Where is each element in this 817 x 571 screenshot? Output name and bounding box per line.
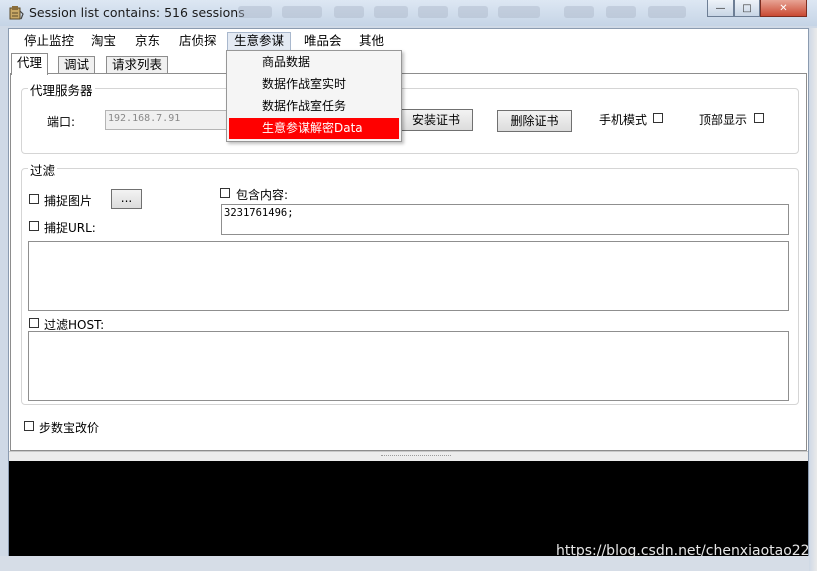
capture-url-label: 捕捉URL: xyxy=(44,221,96,235)
step-price-checkbox[interactable] xyxy=(24,421,34,431)
filter-group: 过滤 捕捉图片 ... 包含内容: 3231761496; 捕捉URL: 过滤H… xyxy=(21,160,799,405)
splitter-bar[interactable] xyxy=(9,451,808,461)
port-value: 192.168.7.91 xyxy=(108,113,181,124)
top-display-label: 顶部显示 xyxy=(699,113,748,127)
filter-host-textarea[interactable] xyxy=(28,331,789,401)
blurred-menu-7 xyxy=(498,6,540,18)
port-input[interactable]: 192.168.7.91 xyxy=(105,110,230,130)
capture-url-checkbox[interactable] xyxy=(29,221,39,231)
window-title: Session list contains: 516 sessions xyxy=(29,5,245,20)
contains-content-label: 包含内容: xyxy=(236,188,289,202)
mobile-mode-label: 手机模式 xyxy=(599,113,648,127)
app-icon xyxy=(9,6,24,20)
menu-other[interactable]: 其他 xyxy=(353,32,390,50)
dropdown-product-data[interactable]: 商品数据 xyxy=(229,52,399,73)
menu-bar: 停止监控 淘宝 京东 店侦探 生意参谋 唯品会 其他 xyxy=(9,29,808,51)
blurred-menu-5 xyxy=(418,6,448,18)
blurred-menu-4 xyxy=(374,6,408,18)
tab-strip: 代理 调试 请求列表 xyxy=(9,52,808,75)
contains-content-value: 3231761496; xyxy=(224,207,294,219)
menu-dianzhentan[interactable]: 店侦探 xyxy=(173,32,223,50)
title-bar[interactable]: Session list contains: 516 sessions — □ … xyxy=(0,0,817,26)
client-area: 停止监控 淘宝 京东 店侦探 生意参谋 唯品会 其他 代理 调试 请求列表 代理… xyxy=(8,28,809,556)
menu-shengyicanmou[interactable]: 生意参谋 xyxy=(227,32,292,50)
blurred-menu-6 xyxy=(458,6,488,18)
capture-url-textarea[interactable] xyxy=(28,241,789,311)
mobile-mode-checkbox[interactable] xyxy=(653,113,663,123)
proxy-group-title: 代理服务器 xyxy=(28,80,95,99)
install-cert-button[interactable]: 安装证书 xyxy=(399,109,473,131)
tab-debug[interactable]: 调试 xyxy=(58,56,96,74)
delete-cert-button[interactable]: 删除证书 xyxy=(497,110,572,132)
blurred-menu-10 xyxy=(648,6,686,18)
close-button[interactable]: ✕ xyxy=(760,0,807,17)
step-price-label: 步数宝改价 xyxy=(39,421,100,435)
tab-panel-proxy: 代理服务器 端口: 192.168.7.91 安装证书 删除证书 手机模式 顶部… xyxy=(10,73,807,451)
maximize-button[interactable]: □ xyxy=(734,0,760,17)
blurred-menu-2 xyxy=(282,6,322,18)
window-edge-right xyxy=(809,28,817,571)
menu-jd[interactable]: 京东 xyxy=(129,32,166,50)
console-panel xyxy=(9,461,808,556)
tab-request-list[interactable]: 请求列表 xyxy=(106,56,169,74)
menu-taobao[interactable]: 淘宝 xyxy=(85,32,122,50)
filter-group-title: 过滤 xyxy=(28,160,58,179)
shengyicanmou-dropdown: 商品数据 数据作战室实时 数据作战室任务 生意参谋解密Data xyxy=(226,50,402,142)
port-label: 端口: xyxy=(47,115,76,129)
browse-button[interactable]: ... xyxy=(111,189,142,209)
capture-images-label: 捕捉图片 xyxy=(44,194,93,208)
contains-content-checkbox[interactable] xyxy=(220,188,230,198)
proxy-server-group: 代理服务器 端口: 192.168.7.91 安装证书 删除证书 手机模式 顶部… xyxy=(21,80,799,154)
top-display-checkbox[interactable] xyxy=(754,113,764,123)
dropdown-warroom-task[interactable]: 数据作战室任务 xyxy=(229,96,399,117)
minimize-button[interactable]: — xyxy=(707,0,734,17)
dropdown-warroom-realtime[interactable]: 数据作战室实时 xyxy=(229,74,399,95)
blurred-menu-1 xyxy=(238,6,272,18)
blurred-menu-8 xyxy=(564,6,594,18)
app-window: Session list contains: 516 sessions — □ … xyxy=(0,0,817,571)
menu-vipshop[interactable]: 唯品会 xyxy=(298,32,348,50)
dropdown-decrypt-data[interactable]: 生意参谋解密Data xyxy=(229,118,399,139)
blurred-menu-3 xyxy=(334,6,364,18)
capture-images-checkbox[interactable] xyxy=(29,194,39,204)
blurred-menu-9 xyxy=(606,6,636,18)
tab-proxy[interactable]: 代理 xyxy=(11,53,49,75)
watermark-text: https://blog.csdn.net/chenxiaotao22 xyxy=(556,543,810,559)
menu-stop-monitor[interactable]: 停止监控 xyxy=(18,32,80,50)
contains-content-input[interactable]: 3231761496; xyxy=(221,204,789,235)
splitter-grip[interactable] xyxy=(381,455,451,458)
filter-host-checkbox[interactable] xyxy=(29,318,39,328)
